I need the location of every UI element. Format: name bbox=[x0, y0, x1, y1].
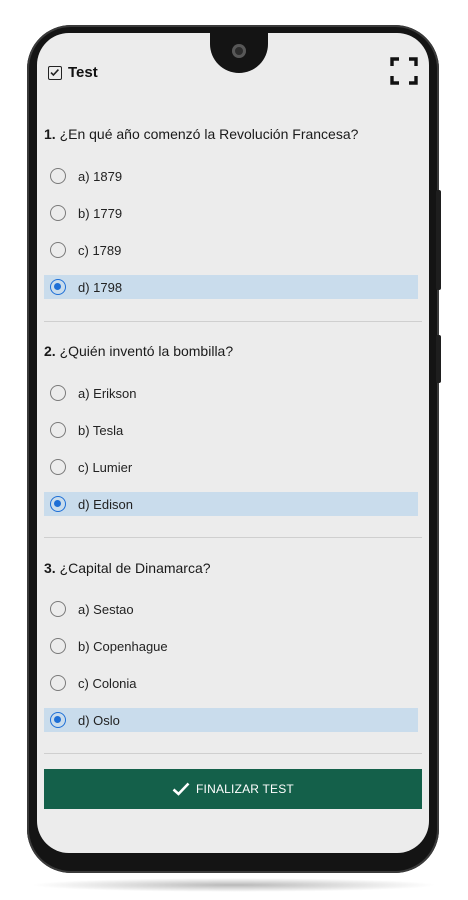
option-label: d) 1798 bbox=[78, 279, 123, 295]
question-1: 1. ¿En qué año comenzó la Revolución Fra… bbox=[44, 126, 359, 142]
radio-button[interactable] bbox=[50, 459, 66, 475]
phone-shadow bbox=[30, 878, 438, 892]
radio-button-selected[interactable] bbox=[50, 279, 66, 295]
divider bbox=[44, 321, 422, 322]
question-3: 3. ¿Capital de Dinamarca? bbox=[44, 560, 211, 576]
radio-button[interactable] bbox=[50, 168, 66, 184]
option-label: b) 1779 bbox=[78, 205, 123, 221]
radio-button[interactable] bbox=[50, 675, 66, 691]
divider bbox=[44, 537, 422, 538]
option-q2-c[interactable]: c) Lumier bbox=[44, 455, 418, 479]
radio-button[interactable] bbox=[50, 422, 66, 438]
fullscreen-icon[interactable] bbox=[390, 57, 418, 85]
finish-test-button[interactable]: FINALIZAR TEST bbox=[44, 769, 422, 809]
option-label: c) 1789 bbox=[78, 242, 122, 258]
app-title: Test bbox=[68, 64, 98, 81]
radio-button-selected[interactable] bbox=[50, 496, 66, 512]
radio-button[interactable] bbox=[50, 242, 66, 258]
option-q3-c[interactable]: c) Colonia bbox=[44, 671, 418, 695]
check-icon bbox=[172, 782, 190, 796]
option-q1-a[interactable]: a) 1879 bbox=[44, 164, 418, 188]
option-q3-a[interactable]: a) Sestao bbox=[44, 597, 418, 621]
option-q1-b[interactable]: b) 1779 bbox=[44, 201, 418, 225]
option-label: d) Edison bbox=[78, 496, 133, 512]
option-label: c) Lumier bbox=[78, 459, 133, 475]
option-label: a) 1879 bbox=[78, 168, 123, 184]
option-label: b) Tesla bbox=[78, 422, 124, 438]
app-bar: Test bbox=[37, 33, 429, 105]
phone-screen: Test 1. ¿En qué año comenzó la Revolució… bbox=[37, 33, 429, 853]
radio-button[interactable] bbox=[50, 601, 66, 617]
volume-button bbox=[436, 190, 441, 290]
option-q3-b[interactable]: b) Copenhague bbox=[44, 634, 418, 658]
option-q2-b[interactable]: b) Tesla bbox=[44, 418, 418, 442]
radio-button[interactable] bbox=[50, 385, 66, 401]
option-label: c) Colonia bbox=[78, 675, 137, 691]
question-2: 2. ¿Quién inventó la bombilla? bbox=[44, 343, 234, 359]
option-q1-c[interactable]: c) 1789 bbox=[44, 238, 418, 262]
radio-button-selected[interactable] bbox=[50, 712, 66, 728]
option-label: a) Sestao bbox=[78, 601, 134, 617]
option-label: b) Copenhague bbox=[78, 638, 168, 654]
radio-button[interactable] bbox=[50, 205, 66, 221]
option-label: d) Oslo bbox=[78, 712, 120, 728]
option-q2-a[interactable]: a) Erikson bbox=[44, 381, 418, 405]
finish-button-label: FINALIZAR TEST bbox=[196, 782, 294, 796]
checkbox-icon bbox=[48, 66, 62, 80]
option-label: a) Erikson bbox=[78, 385, 137, 401]
radio-button[interactable] bbox=[50, 638, 66, 654]
option-q3-d[interactable]: d) Oslo bbox=[44, 708, 418, 732]
option-q2-d[interactable]: d) Edison bbox=[44, 492, 418, 516]
power-button bbox=[436, 335, 441, 383]
divider bbox=[44, 753, 422, 754]
option-q1-d[interactable]: d) 1798 bbox=[44, 275, 418, 299]
